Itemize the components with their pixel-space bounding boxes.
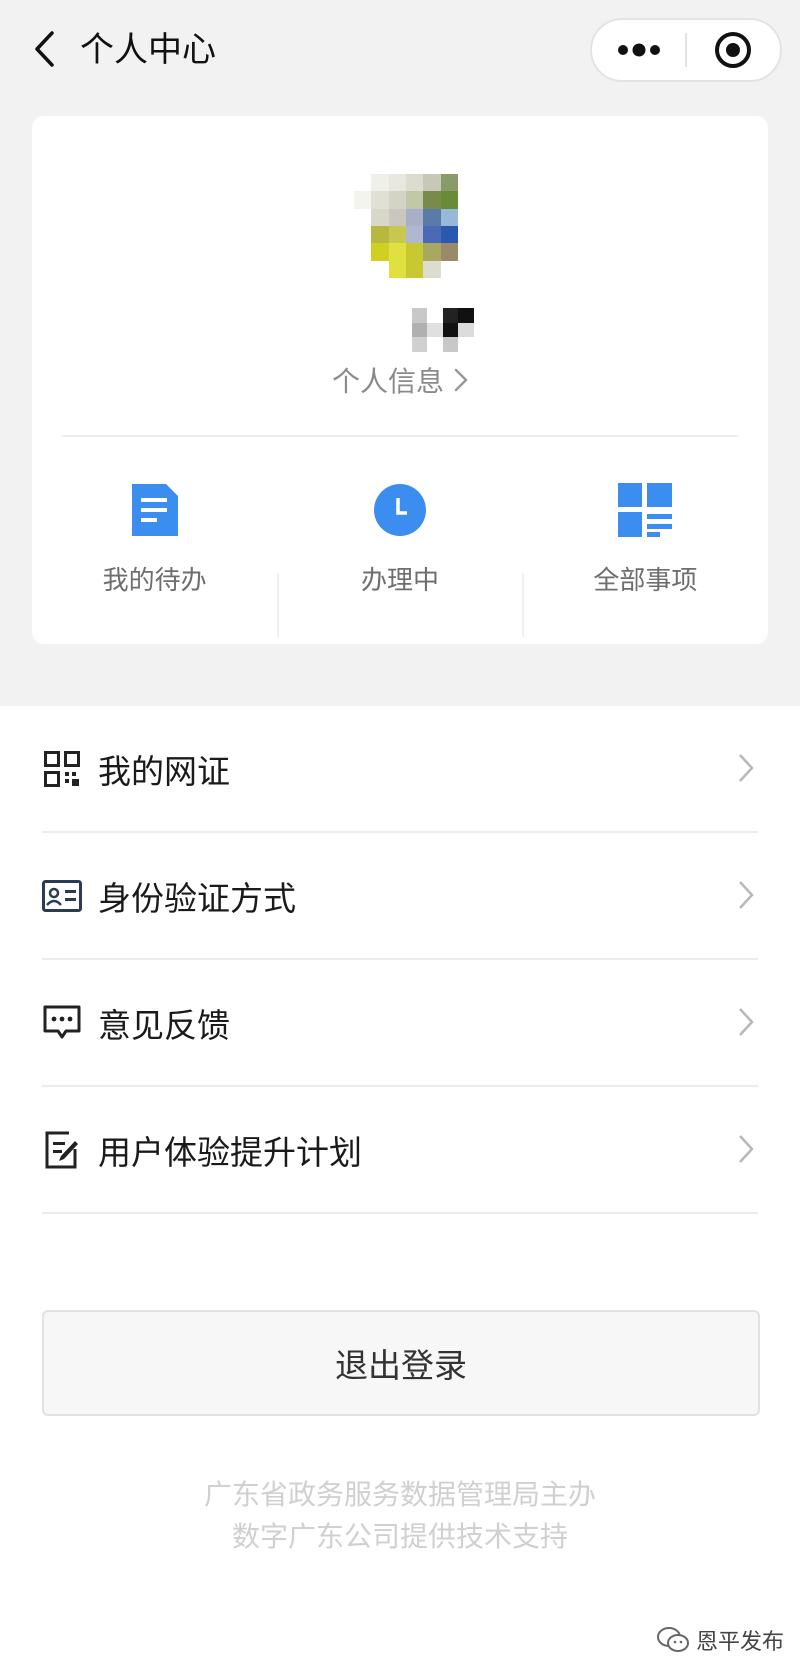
shortcut-all-items[interactable]: 全部事项 — [523, 446, 768, 644]
shortcut-divider — [522, 573, 524, 637]
footer-organizer: 广东省政务服务数据管理局主办 — [203, 1478, 596, 1511]
mini-program-capsule — [590, 18, 782, 82]
footer: 广东省政务服务数据管理局主办 数字广东公司提供技术支持 — [0, 1474, 800, 1558]
back-button[interactable] — [24, 26, 64, 72]
menu-item-identity-verification[interactable]: 身份验证方式 — [42, 833, 758, 960]
profile-card: 个人信息 我的待办 办理中 全部事项 — [32, 116, 768, 644]
footer-tech-support: 数字广东公司提供技术支持 — [231, 1520, 568, 1553]
shortcut-label: 全部事项 — [593, 566, 698, 596]
page-title: 个人中心 — [80, 30, 216, 70]
personal-info-link[interactable]: 个人信息 — [32, 356, 768, 404]
menu-item-label: 我的网证 — [98, 751, 230, 791]
shortcut-in-progress[interactable]: 办理中 — [277, 446, 522, 644]
menu-list: 我的网证 身份验证方式 意见反馈 用户体验提升计划 — [0, 706, 800, 1214]
more-dots-icon — [617, 43, 660, 57]
document-icon — [125, 480, 185, 540]
shortcut-label: 办理中 — [360, 566, 439, 596]
qr-code-icon — [42, 749, 82, 789]
menu-item-label: 用户体验提升计划 — [98, 1132, 362, 1172]
avatar[interactable] — [354, 174, 458, 278]
chat-bubble-icon — [42, 1003, 82, 1043]
chevron-right-icon — [454, 368, 468, 392]
edit-note-icon — [42, 1130, 82, 1170]
close-button[interactable] — [687, 20, 780, 80]
chevron-left-icon — [35, 31, 54, 67]
target-circle-icon — [715, 32, 752, 68]
shortcut-label: 我的待办 — [102, 566, 207, 596]
card-divider — [62, 435, 738, 437]
menu-item-label: 意见反馈 — [98, 1005, 230, 1045]
username-blurred — [396, 308, 474, 352]
menu-item-feedback[interactable]: 意见反馈 — [42, 960, 758, 1087]
watermark-label: 恩平发布 — [696, 1630, 785, 1655]
menu-item-ux-program[interactable]: 用户体验提升计划 — [42, 1087, 758, 1214]
navbar: 个人中心 — [0, 0, 800, 104]
chevron-right-icon — [734, 1132, 758, 1166]
wechat-icon — [657, 1627, 689, 1652]
grid-icon — [615, 480, 675, 540]
chevron-right-icon — [734, 878, 758, 912]
watermark: 恩平发布 — [656, 1620, 784, 1660]
chevron-right-icon — [734, 1005, 758, 1039]
logout-button[interactable]: 退出登录 — [42, 1310, 760, 1416]
shortcut-my-todo[interactable]: 我的待办 — [32, 446, 277, 644]
menu-item-label: 身份验证方式 — [98, 878, 296, 918]
shortcut-divider — [277, 573, 279, 637]
id-card-icon — [42, 876, 82, 916]
menu-item-web-id[interactable]: 我的网证 — [42, 706, 758, 833]
personal-info-label: 个人信息 — [331, 365, 444, 398]
more-button[interactable] — [592, 20, 685, 80]
chevron-right-icon — [734, 751, 758, 785]
shortcut-row: 我的待办 办理中 全部事项 — [32, 446, 768, 644]
clock-icon — [370, 480, 430, 540]
